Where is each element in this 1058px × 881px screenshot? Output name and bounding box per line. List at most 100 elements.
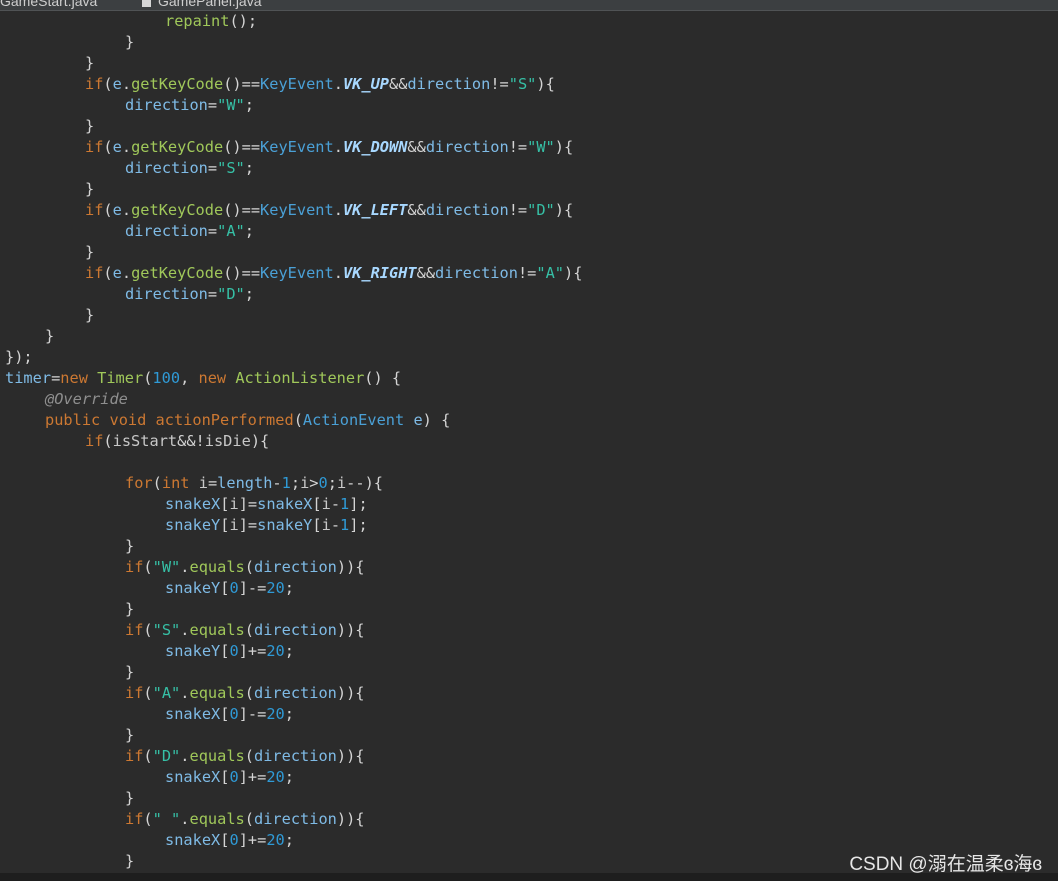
code-token: && [407, 201, 426, 219]
code-token: e [413, 411, 423, 429]
code-token: direction [407, 75, 491, 93]
code-line[interactable]: snakeX[i]=snakeX[i-1]; [165, 494, 368, 515]
code-token: "A" [536, 264, 564, 282]
code-line[interactable]: snakeX[0]+=20; [165, 767, 294, 788]
code-token: i [229, 495, 239, 513]
code-token: if [85, 201, 104, 219]
code-token: ]+= [238, 642, 267, 660]
code-line[interactable]: } [45, 326, 54, 347]
code-token: ; [284, 831, 294, 849]
code-token: direction [435, 264, 518, 282]
code-line[interactable]: for(int i=length-1;i>0;i--){ [125, 473, 383, 494]
code-token: ]+= [238, 768, 267, 786]
code-line[interactable]: direction="W"; [125, 95, 254, 116]
code-token: "D" [527, 201, 555, 219]
code-token: } [85, 180, 95, 198]
code-token: ]+= [238, 831, 267, 849]
code-line[interactable]: if(e.getKeyCode()==KeyEvent.VK_DOWN&&dir… [85, 137, 573, 158]
code-line[interactable]: direction="S"; [125, 158, 254, 179]
code-line[interactable]: } [125, 599, 134, 620]
code-line[interactable]: if(e.getKeyCode()==KeyEvent.VK_UP&&direc… [85, 74, 555, 95]
code-line[interactable]: direction="D"; [125, 284, 254, 305]
code-token: KeyEvent [260, 75, 334, 93]
code-line[interactable]: } [125, 662, 134, 683]
code-token: = [207, 285, 218, 303]
code-line[interactable]: } [125, 32, 134, 53]
code-line[interactable]: snakeY[0]-=20; [165, 578, 294, 599]
code-line[interactable]: snakeX[0]+=20; [165, 830, 294, 851]
code-token: direction [125, 159, 208, 177]
code-token: i [321, 516, 331, 534]
code-token: () { [364, 369, 402, 387]
code-token: ; [284, 768, 294, 786]
code-line[interactable]: if("S".equals(direction)){ [125, 620, 365, 641]
code-line[interactable]: } [85, 116, 94, 137]
code-token: ) { [422, 411, 451, 429]
code-line[interactable]: if(e.getKeyCode()==KeyEvent.VK_LEFT&&dir… [85, 200, 573, 221]
code-line[interactable]: if(" ".equals(direction)){ [125, 809, 365, 830]
code-token: . [333, 138, 343, 156]
code-token: [ [312, 516, 322, 534]
code-token: . [180, 810, 190, 828]
code-token: if [85, 138, 104, 156]
tab-label: GamePanel.java [158, 0, 262, 9]
code-token: snakeY [257, 516, 313, 534]
code-token: , [180, 369, 199, 387]
code-token: for [125, 474, 153, 492]
code-line[interactable]: }); [5, 347, 33, 368]
code-token: "S" [217, 159, 245, 177]
code-line[interactable]: if(isStart&&!isDie){ [85, 431, 269, 452]
code-line[interactable]: snakeX[0]-=20; [165, 704, 294, 725]
code-token: direction [425, 201, 509, 219]
code-token: "W" [152, 558, 181, 576]
code-line[interactable]: } [125, 851, 134, 872]
code-editor[interactable]: repaint();}} if(e.getKeyCode()==KeyEvent.… [0, 11, 1058, 873]
code-line[interactable]: public void actionPerformed(ActionEvent … [45, 410, 450, 431]
code-line[interactable]: snakeY[0]+=20; [165, 641, 294, 662]
code-token: isDie [204, 432, 251, 450]
code-token: ( [244, 621, 254, 639]
code-token: ; [284, 705, 294, 723]
code-token: ( [103, 432, 113, 450]
code-line[interactable]: if("D".equals(direction)){ [125, 746, 365, 767]
code-line[interactable]: if("W".equals(direction)){ [125, 557, 365, 578]
code-line[interactable]: } [85, 53, 94, 74]
code-line[interactable]: direction="A"; [125, 221, 254, 242]
code-line[interactable]: } [125, 788, 134, 809]
code-token: 0 [229, 768, 239, 786]
code-line[interactable]: if(e.getKeyCode()==KeyEvent.VK_RIGHT&&di… [85, 263, 582, 284]
code-token: 20 [266, 768, 285, 786]
code-token: ( [244, 810, 254, 828]
code-token: 100 [152, 369, 181, 387]
code-token: ()== [223, 75, 261, 93]
code-token: ; [244, 285, 254, 303]
code-line[interactable]: snakeY[i]=snakeY[i-1]; [165, 515, 368, 536]
code-token: != [508, 138, 528, 156]
tab-gamestart[interactable]: GameStart.java [0, 0, 97, 10]
code-token: if [85, 75, 104, 93]
code-token: equals [189, 747, 245, 765]
code-token: direction [125, 96, 208, 114]
code-token: e [112, 264, 122, 282]
code-token: 1 [340, 516, 350, 534]
code-token: ; [327, 474, 337, 492]
code-line[interactable]: } [85, 305, 94, 326]
code-token: 0 [229, 579, 239, 597]
code-line[interactable]: } [85, 242, 94, 263]
code-line[interactable]: } [85, 179, 94, 200]
code-token: - [330, 495, 341, 513]
code-line[interactable]: repaint(); [165, 11, 257, 32]
tab-gamepanel[interactable]: GamePanel.java [142, 0, 262, 10]
code-line[interactable]: } [125, 536, 134, 557]
code-token: ()== [223, 138, 261, 156]
code-token: "A" [217, 222, 245, 240]
code-token: && [389, 75, 408, 93]
code-line[interactable]: @Override [45, 389, 128, 410]
code-line[interactable]: } [125, 725, 134, 746]
code-line[interactable]: if("A".equals(direction)){ [125, 683, 365, 704]
code-line[interactable]: timer=new Timer(100, new ActionListener(… [5, 368, 401, 389]
code-token: ( [143, 684, 153, 702]
code-token: . [121, 75, 132, 93]
code-token: . [180, 621, 190, 639]
